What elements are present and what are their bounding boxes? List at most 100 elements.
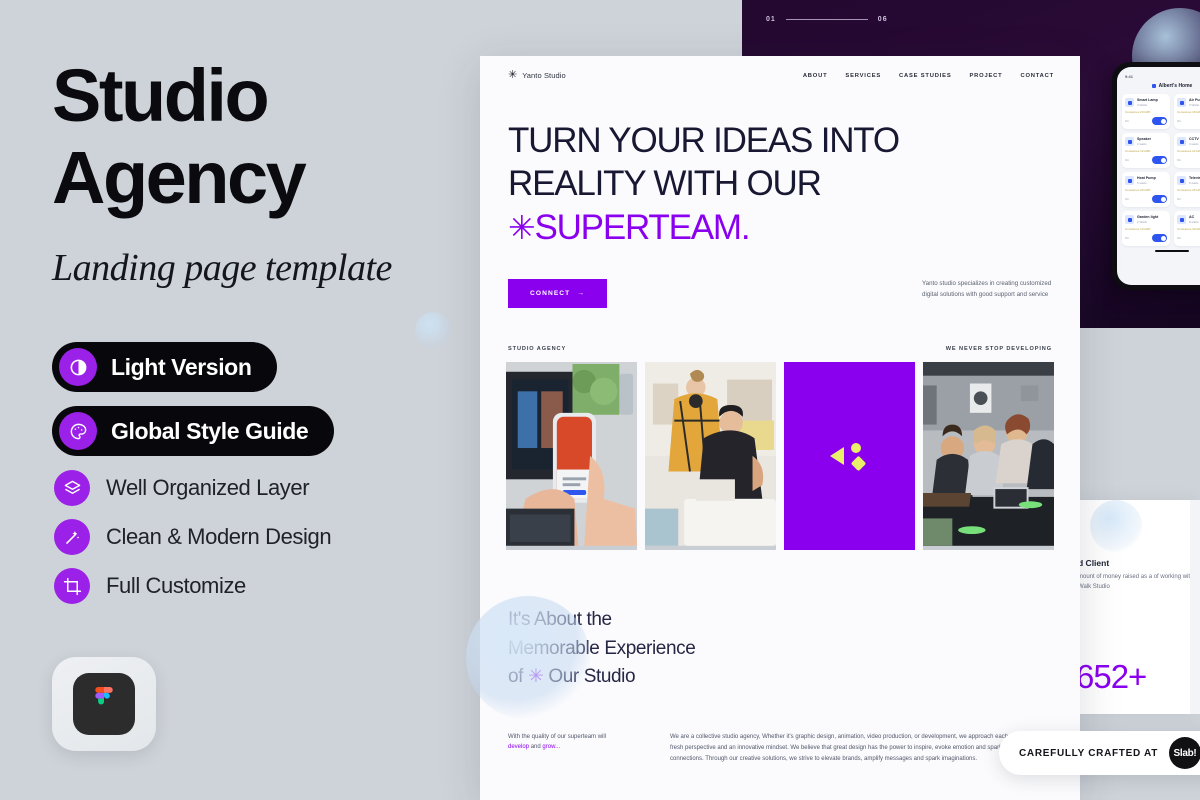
device-icon [1125,176,1134,185]
device-card[interactable]: Smart Lamp 4 Watts Consumes 20 kWh On [1122,94,1170,129]
poster-canvas: Studio Agency Landing page template Ligh… [0,0,1200,800]
figma-badge [52,657,156,751]
device-toggle[interactable] [1152,234,1167,242]
bottom-left-part-2: and [529,744,543,751]
gallery-tile-team[interactable] [923,362,1054,551]
device-name: Heat Pump [1137,176,1156,180]
about-section: It's About the Memorable Experience of ✳… [480,550,1080,692]
hero-headline: TURN YOUR IDEAS INTO REALITY WITH OUR ✳S… [508,119,1052,249]
device-card[interactable]: Speaker 2 watts Consumes 12 kWh On [1122,133,1170,168]
pagination-total: 06 [877,16,888,23]
slide-pagination: 01 06 [766,16,888,23]
device-power: 6 watts [1189,180,1199,185]
device-name: Smart Lamp [1137,98,1158,102]
palette-icon [59,412,97,450]
device-toggle[interactable] [1152,156,1167,164]
feature-item-clean-modern-design: Clean & Modern Design [54,519,452,555]
device-card[interactable]: Television6 watts Consumes 26 kWh On [1174,172,1200,207]
hero-line-1: TURN YOUR IDEAS INTO [508,121,900,160]
pagination-line [785,19,868,20]
stat-card-text: mount of money raised as a of working wi… [1078,574,1194,590]
device-state: On [1125,158,1130,162]
phone-mockup: 9:41 Albert's Home Smart Lamp 4 Watts Cons… [1112,62,1200,290]
device-toggle[interactable] [1152,117,1167,125]
title-line-1: Studio [52,54,270,137]
decorative-orb-mid [1090,500,1142,552]
feature-label: Global Style Guide [111,417,309,444]
nav-link-about[interactable]: ABOUT [803,73,828,79]
device-consumption: Consumes 30 kWh [1125,188,1151,192]
nav-links: ABOUT SERVICES CASE STUDIES PROJECT CONT… [803,73,1054,79]
device-consumption: Consumes 22 kWh [1177,149,1200,153]
gallery-tile-brand-mark[interactable] [784,362,915,551]
device-power: 8 watts [1189,219,1199,224]
device-state: On [1125,119,1130,123]
device-consumption: Consumes 26 kWh [1177,188,1200,192]
bottom-right-text: We are a collective studio agency, Wheth… [670,733,1046,762]
device-card-grid: Smart Lamp 4 Watts Consumes 20 kWh On Air Pu… [1122,94,1200,246]
gallery-tile-phone-laptop[interactable] [506,362,637,551]
hero-line-3: SUPERTEAM. [534,207,750,247]
device-card[interactable]: Air Purifier3 Watts Consumes 18 kWh On [1174,94,1200,129]
brand-shapes-icon [829,443,865,471]
slab-logo-icon: Slab! [1169,737,1200,769]
crafted-badge-text: CAREFULLY CRAFTED AT [1019,747,1158,759]
device-consumption: Consumes 20 kWh [1125,110,1151,114]
bottom-text-row: With the quality of our superteam will d… [480,692,1080,765]
stat-card-number: 652+ [1076,658,1147,695]
nav-link-services[interactable]: SERVICES [845,73,881,79]
connect-button-label: CONNECT [530,290,571,298]
phone-app-header: Albert's Home [1122,83,1200,89]
feature-item-full-customize: Full Customize [54,568,452,604]
hero-actions-row: CONNECT → Yanto studio specializes in cr… [508,279,1052,309]
asterisk-icon: ✳ [527,666,544,688]
device-name: Air Purifier [1189,98,1200,102]
gallery-tile-two-people[interactable] [645,362,776,551]
device-card[interactable]: Garden light 2 Watts Consumes 10 kWh On [1122,211,1170,246]
nav-link-contact[interactable]: CONTACT [1020,73,1054,79]
feature-item-well-organized-layer: Well Organized Layer [54,470,452,506]
hero-line-2: REALITY WITH OUR [508,164,822,204]
device-card[interactable]: CCTV 4 watts Consumes 22 kWh On [1174,133,1200,168]
wand-icon [54,519,90,555]
device-toggle[interactable] [1152,195,1167,203]
feature-label: Full Customize [106,573,246,598]
phone-screen: 9:41 Albert's Home Smart Lamp 4 Watts Cons… [1117,67,1200,285]
about-line-3-prefix: of [508,666,528,688]
about-line-3-suffix: Our Studio [543,666,636,688]
asterisk-icon: ✳ [508,69,518,81]
device-consumption: Consumes 18 kWh [1177,110,1200,114]
bottom-left-highlight-2: grow... [542,744,561,751]
device-icon [1177,98,1186,107]
section-labels: STUDIO AGENCY WE NEVER STOP DEVELOPING [480,308,1080,352]
device-icon [1177,137,1186,146]
bottom-left-text: With the quality of our superteam will d… [508,732,612,765]
device-power: 3 Watts [1189,102,1200,107]
device-icon [1177,215,1186,224]
device-name: CCTV [1189,137,1199,141]
device-state: On [1177,158,1182,162]
stat-card-title: d Client [1078,558,1110,568]
section-label-left: STUDIO AGENCY [508,346,567,353]
feature-label: Well Organized Layer [106,475,310,500]
device-name: Television [1189,176,1200,180]
site-logo[interactable]: ✳ Yanto Studio [508,70,566,81]
nav-link-project[interactable]: PROJECT [970,73,1003,79]
crafted-badge: CAREFULLY CRAFTED AT Slab! [999,731,1200,775]
device-card[interactable]: AC 8 watts Consumes 40 kWh On [1174,211,1200,246]
device-icon [1125,137,1134,146]
site-logo-text: Yanto Studio [522,71,566,80]
device-card[interactable]: Heat Pump 5 watts Consumes 30 kWh On [1122,172,1170,207]
home-icon [1151,84,1156,88]
crop-icon [54,568,90,604]
nav-link-case-studies[interactable]: CASE STUDIES [899,73,951,79]
device-state: On [1125,197,1130,201]
feature-label: Clean & Modern Design [106,524,332,549]
device-power: 4 watts [1189,141,1199,146]
connect-button[interactable]: CONNECT → [508,279,608,309]
decorative-orb-small [415,312,451,348]
device-consumption: Consumes 40 kWh [1177,227,1200,231]
device-state: On [1177,197,1182,201]
hero-description: Yanto studio specializes in creating cus… [922,280,1052,299]
section-label-right: WE NEVER STOP DEVELOPING [945,346,1052,353]
